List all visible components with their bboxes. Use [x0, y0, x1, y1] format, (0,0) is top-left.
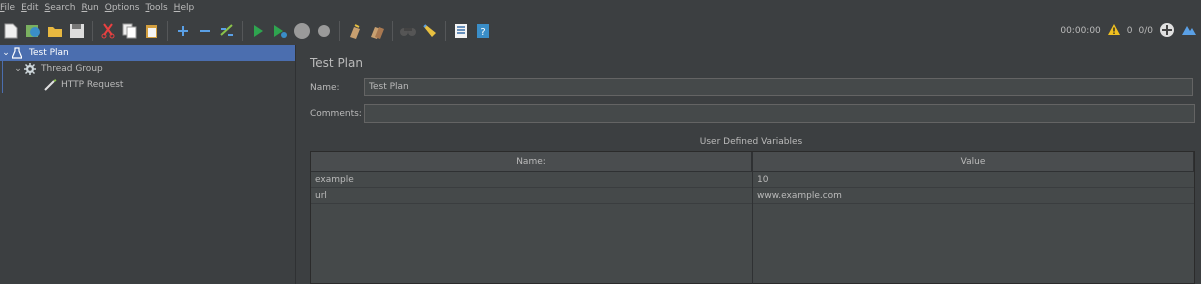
- collapse-arrow-icon[interactable]: ⌄: [12, 64, 24, 74]
- menu-search[interactable]: Search: [45, 0, 79, 17]
- toggle-icon[interactable]: [217, 21, 237, 41]
- test-plan-panel: Test Plan Name: Test Plan Comments: User…: [301, 45, 1201, 284]
- test-tree: ⌄ Test Plan ⌄ Thread Group HTTP Request: [0, 45, 295, 284]
- table-cell-name[interactable]: url: [311, 188, 752, 204]
- reset-search-icon[interactable]: [420, 21, 440, 41]
- menu-options-mnemonic: O: [104, 3, 112, 13]
- name-label: Name:: [310, 83, 340, 93]
- comments-label: Comments:: [310, 109, 362, 119]
- collapse-arrow-icon[interactable]: ⌄: [0, 48, 12, 58]
- copy-icon[interactable]: [120, 21, 140, 41]
- status-area: 00:00:00 0 0/0: [1060, 17, 1201, 45]
- help-icon[interactable]: ?: [473, 21, 493, 41]
- user-defined-variables-title: User Defined Variables: [699, 137, 803, 147]
- name-field[interactable]: Test Plan: [364, 78, 1193, 96]
- toolbar-separator: [242, 21, 243, 41]
- stop-icon[interactable]: [292, 21, 312, 41]
- tree-guide-line: [2, 59, 3, 93]
- svg-text:?: ?: [480, 27, 485, 38]
- menu-help-label: elp: [180, 3, 195, 13]
- save-icon[interactable]: [67, 21, 87, 41]
- comments-field[interactable]: [364, 104, 1195, 123]
- remote-engines-icon[interactable]: [1159, 22, 1175, 41]
- gear-icon: [24, 63, 38, 75]
- toolbar-separator: [339, 21, 340, 41]
- toolbar-separator: [392, 21, 393, 41]
- table-cell-value[interactable]: www.example.com: [753, 188, 1194, 204]
- shutdown-icon[interactable]: [314, 21, 334, 41]
- menu-file[interactable]: File: [0, 0, 18, 17]
- clear-icon[interactable]: [345, 21, 365, 41]
- elapsed-timer: 00:00:00: [1060, 26, 1101, 36]
- toolbar-separator: [167, 21, 168, 41]
- menu-run-label: un: [87, 3, 99, 13]
- collapse-icon[interactable]: [195, 21, 215, 41]
- log-viewer-icon[interactable]: [1181, 23, 1197, 40]
- start-icon[interactable]: [248, 21, 268, 41]
- new-icon[interactable]: [1, 21, 21, 41]
- column-separator: [752, 152, 753, 284]
- expand-icon[interactable]: [173, 21, 193, 41]
- tree-item-label: Test Plan: [29, 48, 69, 58]
- menu-file-label: ile: [4, 3, 16, 13]
- menu-run[interactable]: Run: [81, 0, 101, 17]
- menu-tools-label: ools: [149, 3, 168, 13]
- column-header-name[interactable]: Name:: [311, 152, 752, 172]
- start-no-pauses-icon[interactable]: [270, 21, 290, 41]
- warning-count: 0: [1126, 26, 1133, 36]
- paste-icon[interactable]: [142, 21, 162, 41]
- pipette-icon: [44, 79, 58, 91]
- menu-tools[interactable]: Tools: [145, 0, 170, 17]
- tree-item-thread-group[interactable]: ⌄ Thread Group: [0, 61, 295, 77]
- search-icon[interactable]: [398, 21, 418, 41]
- column-header-value[interactable]: Value: [753, 152, 1194, 172]
- menu-options[interactable]: Options: [105, 0, 143, 17]
- cut-icon[interactable]: [98, 21, 118, 41]
- table-cell-value[interactable]: 10: [753, 172, 1194, 188]
- menu-options-label: ptions: [111, 3, 140, 13]
- tree-item-label: HTTP Request: [61, 80, 124, 90]
- menu-edit[interactable]: Edit: [21, 0, 41, 17]
- toolbar-separator: [445, 21, 446, 41]
- tree-item-http-request[interactable]: HTTP Request: [0, 77, 295, 93]
- menu-help[interactable]: Help: [174, 0, 198, 17]
- thread-count: 0/0: [1138, 26, 1153, 36]
- menu-bar: File Edit Search Run Options Tools Help: [0, 0, 1201, 17]
- menu-edit-label: dit: [26, 3, 39, 13]
- user-defined-variables-table: Name: Value example 10 url www.example.c…: [310, 151, 1195, 284]
- test-plan-icon: [12, 47, 26, 59]
- warning-icon[interactable]: [1107, 23, 1121, 39]
- tree-item-test-plan[interactable]: ⌄ Test Plan: [0, 45, 295, 61]
- toolbar-separator: [92, 21, 93, 41]
- table-cell-name[interactable]: example: [311, 172, 752, 188]
- menu-search-label: earch: [50, 3, 76, 13]
- page-title: Test Plan: [310, 56, 363, 70]
- open-icon[interactable]: [45, 21, 65, 41]
- clear-all-icon[interactable]: [367, 21, 387, 41]
- toolbar: ? 00:00:00 0 0/0: [0, 17, 1201, 45]
- tree-item-label: Thread Group: [41, 64, 103, 74]
- function-helper-icon[interactable]: [451, 21, 471, 41]
- templates-icon[interactable]: [23, 21, 43, 41]
